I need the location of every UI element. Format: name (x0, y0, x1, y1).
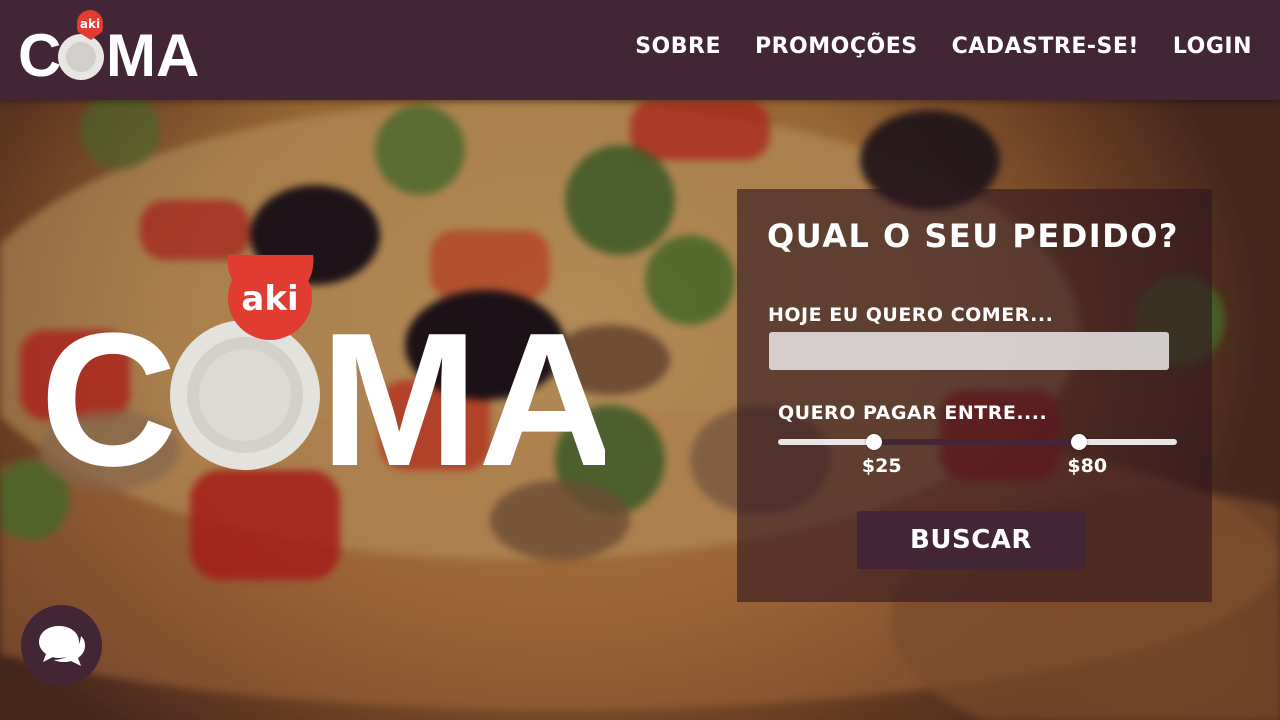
top-navbar: C MA aki SOBRE PROMOÇÕES CADASTRE-SE! LO… (0, 0, 1280, 100)
order-search-panel: QUAL O SEU PEDIDO? HOJE EU QUERO COMER..… (737, 189, 1212, 602)
slider-min-handle[interactable] (865, 434, 882, 450)
chat-bubbles-icon (39, 626, 85, 666)
logo-large-c: C (40, 294, 177, 475)
logo-small-badge-text: aki (80, 17, 100, 31)
nav-sobre[interactable]: SOBRE (635, 30, 721, 64)
logo-large-ma: MA (320, 294, 605, 475)
nav-promocoes[interactable]: PROMOÇÕES (755, 30, 918, 64)
main-nav: SOBRE PROMOÇÕES CADASTRE-SE! LOGIN (601, 30, 1252, 64)
nav-cadastre-se[interactable]: CADASTRE-SE! (952, 30, 1139, 64)
logo-small-c: C (18, 22, 61, 82)
chat-button[interactable] (21, 605, 102, 686)
panel-title: QUAL O SEU PEDIDO? (767, 217, 1179, 255)
coma-logo-small[interactable]: C MA aki (18, 10, 198, 82)
logo-small-plate-inner (66, 42, 96, 72)
logo-small-ma: MA (106, 22, 198, 82)
food-field-label: HOJE EU QUERO COMER... (768, 304, 1054, 326)
price-range-label: QUERO PAGAR ENTRE.... (778, 402, 1048, 424)
price-max-value: $80 (1067, 455, 1108, 477)
nav-login[interactable]: LOGIN (1173, 30, 1252, 64)
price-range-slider[interactable]: $25 $80 (778, 434, 1177, 477)
food-search-input[interactable] (769, 332, 1169, 370)
logo-large-badge-text: aki (241, 279, 298, 319)
buscar-button[interactable]: BUSCAR (857, 511, 1085, 569)
price-min-value: $25 (861, 455, 902, 477)
slider-max-handle[interactable] (1071, 434, 1088, 450)
slider-selected-range (873, 439, 1080, 445)
coma-logo-large: C MA aki (40, 255, 605, 475)
